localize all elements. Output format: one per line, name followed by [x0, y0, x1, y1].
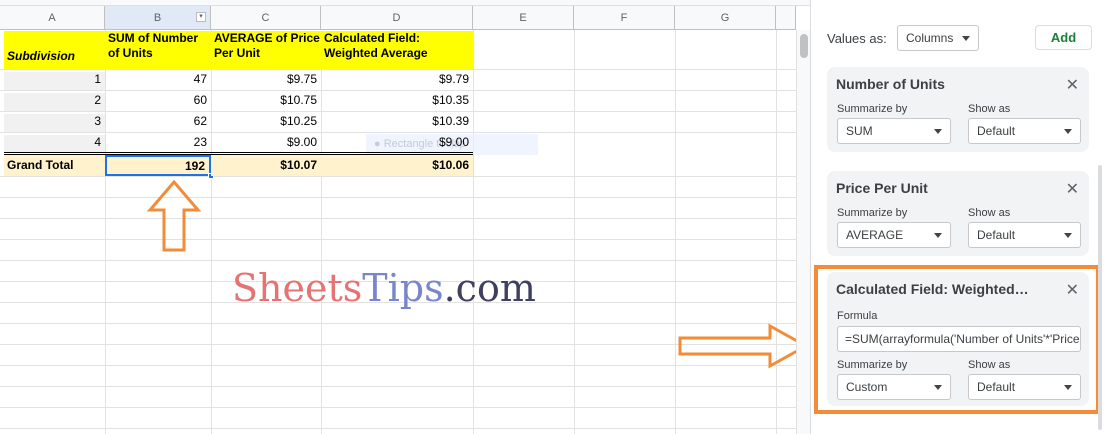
gridline [0, 132, 806, 133]
right-arrow-annotation [678, 323, 810, 369]
grand-total-avg[interactable]: $10.07 [211, 155, 321, 176]
column-header-d[interactable]: D [321, 6, 473, 30]
close-icon[interactable]: ✕ [1066, 75, 1079, 95]
column-header-c[interactable]: C [211, 6, 321, 30]
row-4-avg[interactable]: $9.00 [211, 135, 321, 149]
chevron-down-icon [1064, 233, 1072, 238]
gridline [0, 386, 806, 387]
summarize-by-label: Summarize by [837, 359, 908, 371]
row-2-wavg[interactable]: $10.35 [321, 93, 473, 107]
scrollbar-thumb[interactable] [800, 34, 808, 58]
row-3-avg[interactable]: $10.25 [211, 114, 321, 128]
gridline [0, 428, 806, 429]
show-as-dropdown[interactable]: Default [968, 374, 1081, 400]
show-as-value: Default [977, 124, 1016, 138]
add-button[interactable]: Add [1035, 25, 1092, 50]
gridline [0, 239, 806, 240]
pivot-header-avg-price[interactable]: AVERAGE of Price Per Unit [211, 31, 321, 69]
show-as-label: Show as [968, 359, 1011, 371]
gridline [0, 69, 806, 70]
gridline [0, 176, 806, 177]
summarize-by-dropdown[interactable]: SUM [837, 118, 951, 144]
value-card-number-of-units: Number of Units ✕ Summarize by Show as S… [827, 67, 1089, 152]
panel-scrollbar[interactable] [1098, 165, 1102, 430]
values-as-label: Values as: [827, 31, 887, 46]
summarize-by-value: AVERAGE [846, 228, 904, 242]
summarize-by-label: Summarize by [837, 207, 908, 219]
gridline [0, 218, 806, 219]
grand-total-units[interactable]: 192 [105, 155, 211, 176]
column-filter-icon[interactable]: ▾ [196, 12, 206, 22]
chevron-down-icon [1064, 129, 1072, 134]
column-header-f[interactable]: F [574, 6, 675, 30]
close-icon[interactable]: ✕ [1066, 280, 1079, 300]
value-card-calculated-field: Calculated Field: Weighted… ✕ Formula =S… [827, 272, 1089, 406]
spreadsheet-grid[interactable]: A B ▾ C D E F G Subdivision SUM of Numbe… [0, 0, 810, 434]
formula-label: Formula [837, 310, 878, 322]
grand-total-wavg[interactable]: $10.06 [321, 155, 473, 176]
column-header-g[interactable]: G [675, 6, 776, 30]
chevron-down-icon [934, 385, 942, 390]
row-3-subdivision[interactable]: 3 [4, 114, 105, 132]
chevron-down-icon [1064, 385, 1072, 390]
pivot-header-subdivision[interactable]: Subdivision [4, 31, 105, 69]
pivot-editor-panel: Values as: Columns Add Number of Units ✕… [810, 0, 1104, 434]
gridline [0, 90, 806, 91]
right-arrow-shape [678, 323, 810, 369]
column-header-e[interactable]: E [473, 6, 574, 30]
summarize-by-value: Custom [846, 380, 888, 394]
up-arrow-annotation [146, 179, 202, 252]
row-2-avg[interactable]: $10.75 [211, 93, 321, 107]
watermark-part-2: Tips [362, 266, 444, 310]
column-header-a[interactable]: A [0, 6, 105, 30]
gridline [0, 260, 806, 261]
gridline [0, 407, 806, 408]
values-as-dropdown[interactable]: Columns [897, 25, 979, 51]
pivot-header-sum-units[interactable]: SUM of Number of Units [105, 31, 211, 69]
gridline [0, 111, 806, 112]
chevron-down-icon [934, 129, 942, 134]
column-header-overflow [776, 6, 796, 30]
column-header-b[interactable]: B ▾ [105, 6, 211, 30]
gridline [0, 197, 806, 198]
row-4-units[interactable]: 23 [105, 135, 211, 149]
show-as-label: Show as [968, 103, 1011, 115]
summarize-by-dropdown[interactable]: Custom [837, 374, 951, 400]
show-as-dropdown[interactable]: Default [968, 118, 1081, 144]
row-4-subdivision[interactable]: 4 [4, 135, 105, 153]
summarize-by-label: Summarize by [837, 103, 908, 115]
row-3-units[interactable]: 62 [105, 114, 211, 128]
values-as-value: Columns [906, 31, 954, 45]
watermark-part-3: .com [443, 266, 536, 310]
summarize-by-value: SUM [846, 124, 873, 138]
show-as-value: Default [977, 228, 1016, 242]
row-1-wavg[interactable]: $9.79 [321, 72, 473, 86]
row-3-wavg[interactable]: $10.39 [321, 114, 473, 128]
summarize-by-dropdown[interactable]: AVERAGE [837, 222, 951, 248]
close-icon[interactable]: ✕ [1066, 179, 1079, 199]
formula-input[interactable]: =SUM(arrayformula('Number of Units'*'Pri… [837, 326, 1081, 352]
sheetstips-watermark: SheetsTips.com [232, 266, 536, 310]
pivot-header-weighted-average[interactable]: Calculated Field: Weighted Average [321, 31, 473, 69]
row-1-subdivision[interactable]: 1 [4, 72, 105, 90]
row-4-wavg[interactable]: $9.00 [321, 135, 473, 149]
row-2-units[interactable]: 60 [105, 93, 211, 107]
show-as-dropdown[interactable]: Default [968, 222, 1081, 248]
row-1-avg[interactable]: $9.75 [211, 72, 321, 86]
value-card-price-per-unit: Price Per Unit ✕ Summarize by Show as AV… [827, 171, 1089, 256]
card-title: Price Per Unit [836, 180, 928, 196]
card-title: Calculated Field: Weighted… [836, 281, 1029, 297]
grand-total-label[interactable]: Grand Total [4, 155, 105, 176]
vertical-scrollbar[interactable] [796, 30, 810, 434]
row-2-subdivision[interactable]: 2 [4, 93, 105, 111]
chevron-down-icon [934, 233, 942, 238]
column-header-b-label: B [153, 11, 162, 24]
row-1-units[interactable]: 47 [105, 72, 211, 86]
card-title: Number of Units [836, 76, 945, 92]
up-arrow-shape [146, 179, 202, 252]
chevron-down-icon [962, 36, 970, 41]
show-as-value: Default [977, 380, 1016, 394]
show-as-label: Show as [968, 207, 1011, 219]
watermark-part-1: Sheets [232, 266, 363, 310]
